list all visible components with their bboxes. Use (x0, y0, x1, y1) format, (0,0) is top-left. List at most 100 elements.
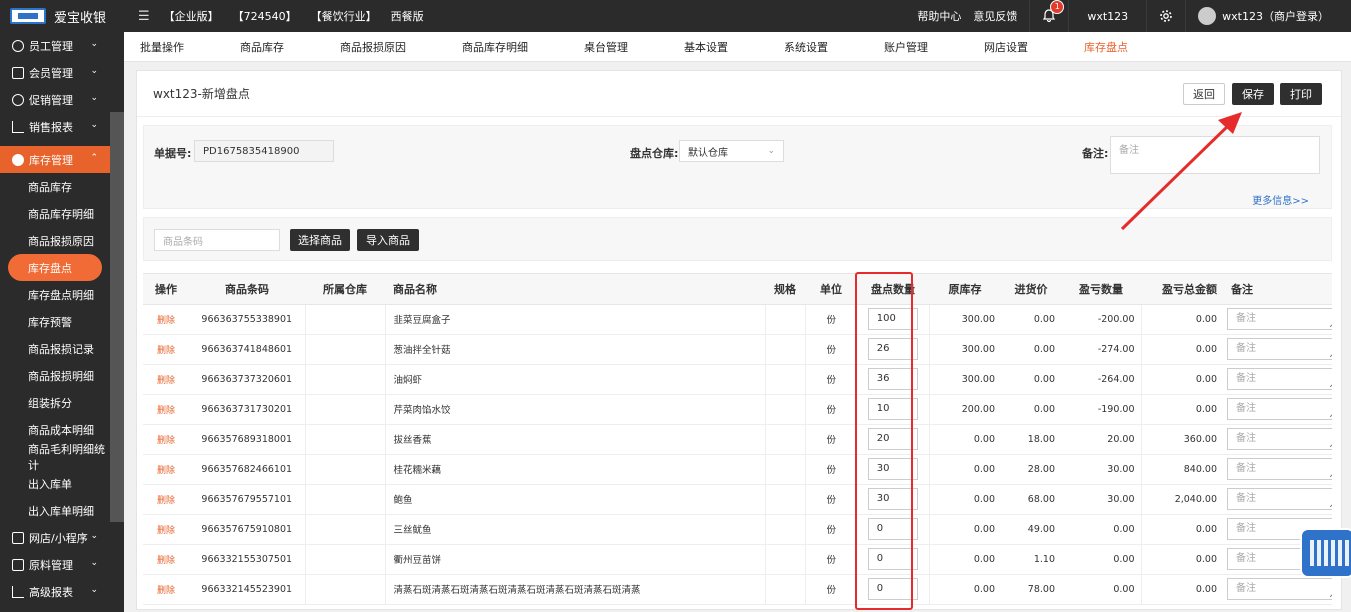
tab-stock-detail[interactable]: 商品库存明细 (462, 39, 528, 55)
delete-link[interactable]: 删除 (143, 544, 189, 575)
help-center-link[interactable]: 帮助中心 (905, 0, 973, 32)
sidebar-sub-item[interactable]: 商品库存 (0, 173, 110, 200)
keyboard-icon[interactable] (1300, 528, 1351, 578)
avatar (1198, 7, 1217, 25)
import-product-button[interactable]: 导入商品 (357, 229, 419, 251)
note-input[interactable]: 备注 (1227, 338, 1332, 360)
sidebar-item-webstore[interactable]: 网店/小程序 ⌄ (0, 524, 110, 551)
more-info-link[interactable]: 更多信息>> (1252, 192, 1309, 207)
qty-input[interactable]: 30 (867, 458, 918, 480)
settings-button[interactable] (1146, 0, 1185, 32)
sidebar-sub-item[interactable]: 库存预警 (0, 308, 110, 335)
note-input[interactable]: 备注 (1227, 578, 1332, 600)
note-input[interactable]: 备注 (1227, 488, 1332, 510)
note-input[interactable]: 备注 (1227, 428, 1332, 450)
remark-textarea[interactable]: 备注 (1110, 136, 1320, 174)
cell-warehouse (304, 484, 385, 515)
select-product-button[interactable]: 选择商品 (290, 229, 350, 251)
cell-note: 备注 (1223, 334, 1332, 365)
sidebar-sub-item[interactable]: 商品毛利明细统计 (0, 443, 110, 472)
qty-input[interactable]: 30 (867, 488, 918, 510)
tab-system-settings[interactable]: 系统设置 (784, 39, 828, 55)
delete-link[interactable]: 删除 (143, 484, 189, 515)
chevron-down-icon: ⌄ (90, 120, 98, 130)
cell-price: 18.00 (1001, 424, 1061, 455)
main-area: 批量操作 商品库存 商品报损原因 商品库存明细 桌台管理 基本设置 系统设置 账… (124, 32, 1351, 612)
sidebar-sub-item[interactable]: 出入库单明细 (0, 497, 110, 524)
cell-total: 0.00 (1140, 304, 1223, 335)
print-button[interactable]: 打印 (1280, 83, 1322, 105)
delete-link[interactable]: 删除 (143, 334, 189, 365)
delete-link[interactable]: 删除 (143, 364, 189, 395)
cell-name: 衢州豆苗饼 (384, 544, 765, 575)
tab-account[interactable]: 账户管理 (884, 39, 928, 55)
cell-total: 360.00 (1140, 424, 1223, 455)
tab-store-settings[interactable]: 网店设置 (984, 39, 1028, 55)
sidebar-item-staff[interactable]: 员工管理 ⌄ (0, 32, 110, 59)
cell-name: 桂花糯米藕 (384, 454, 765, 485)
delete-link[interactable]: 删除 (143, 304, 189, 335)
tab-basic-settings[interactable]: 基本设置 (684, 39, 728, 55)
qty-input[interactable]: 0 (867, 578, 918, 600)
remark-label: 备注: (1082, 147, 1109, 160)
delete-link[interactable]: 删除 (143, 454, 189, 485)
cell-note: 备注 (1223, 484, 1332, 515)
menu-toggle-icon[interactable]: ☰ (138, 9, 150, 24)
logo[interactable]: 爱宝收银 (0, 0, 124, 32)
delete-link[interactable]: 删除 (143, 394, 189, 425)
qty-input[interactable]: 20 (867, 428, 918, 450)
save-button[interactable]: 保存 (1232, 83, 1274, 105)
tab-stocktake[interactable]: 库存盘点 (1084, 39, 1128, 55)
cell-total: 0.00 (1140, 514, 1223, 545)
remark-placeholder: 备注 (1119, 145, 1139, 156)
sidebar-item-settlement[interactable]: 结算⌄ (0, 605, 110, 612)
user-short[interactable]: wxt123 (1068, 0, 1146, 32)
sidebar-sub-item[interactable]: 出入库单 (0, 470, 110, 497)
cell-barcode: 966363755338901 (189, 304, 305, 335)
qty-input[interactable]: 100 (867, 308, 918, 330)
sidebar-item-inventory[interactable]: 库存管理 ⌃ (0, 146, 110, 173)
warehouse-select[interactable]: 默认仓库 ⌄ (679, 140, 784, 162)
sidebar-sub-item[interactable]: 商品报损原因 (0, 227, 110, 254)
user-menu[interactable]: wxt123（商户登录） (1185, 0, 1351, 32)
sidebar-sub-item[interactable]: 商品报损记录 (0, 335, 110, 362)
cell-price: 0.00 (1001, 334, 1061, 365)
tab-table-manage[interactable]: 桌台管理 (584, 39, 628, 55)
tab-loss-reason[interactable]: 商品报损原因 (340, 39, 406, 55)
note-input[interactable]: 备注 (1227, 368, 1332, 390)
qty-input[interactable]: 26 (867, 338, 918, 360)
sidebar-sub-item[interactable]: 商品报损明细 (0, 362, 110, 389)
col-header: 备注 (1223, 274, 1332, 305)
delete-link[interactable]: 删除 (143, 424, 189, 455)
sidebar-sub-item[interactable]: 库存盘点明细 (0, 281, 110, 308)
note-input[interactable]: 备注 (1227, 308, 1332, 330)
sidebar-item-promotion[interactable]: 促销管理 ⌄ (0, 86, 110, 113)
feedback-link[interactable]: 意见反馈 (973, 0, 1029, 32)
sidebar-item-member[interactable]: 会员管理 ⌄ (0, 59, 110, 86)
cell-unit: 份 (804, 574, 857, 605)
qty-input[interactable]: 0 (867, 518, 918, 540)
delete-link[interactable]: 删除 (143, 574, 189, 605)
notification-button[interactable]: 1 (1029, 0, 1068, 32)
sidebar-sub-item[interactable]: 商品成本明细 (0, 416, 110, 443)
qty-input[interactable]: 0 (867, 548, 918, 570)
barcode-input[interactable]: 商品条码 (154, 229, 280, 251)
delete-link[interactable]: 删除 (143, 514, 189, 545)
sidebar-sub-item[interactable]: 组装拆分 (0, 389, 110, 416)
back-button[interactable]: 返回 (1183, 83, 1225, 105)
sidebar-sub-item-active[interactable]: 库存盘点 (8, 254, 102, 281)
note-input[interactable]: 备注 (1227, 398, 1332, 420)
qty-input[interactable]: 10 (867, 398, 918, 420)
tab-bar: 批量操作 商品库存 商品报损原因 商品库存明细 桌台管理 基本设置 系统设置 账… (124, 32, 1351, 62)
cell-unit: 份 (804, 484, 857, 515)
bell-icon: 1 (1042, 0, 1065, 23)
sidebar-item-material[interactable]: 原料管理 ⌄ (0, 551, 110, 578)
sidebar-item-advanced-report[interactable]: 高级报表 ⌄ (0, 578, 110, 605)
tab-batch[interactable]: 批量操作 (140, 39, 184, 55)
sidebar-sub-item[interactable]: 商品库存明细 (0, 200, 110, 227)
tab-stock[interactable]: 商品库存 (240, 39, 284, 55)
note-input[interactable]: 备注 (1227, 458, 1332, 480)
sidebar-item-sales-report[interactable]: 销售报表 ⌄ (0, 113, 110, 140)
sidebar-scrollbar[interactable] (110, 112, 124, 522)
qty-input[interactable]: 36 (867, 368, 918, 390)
